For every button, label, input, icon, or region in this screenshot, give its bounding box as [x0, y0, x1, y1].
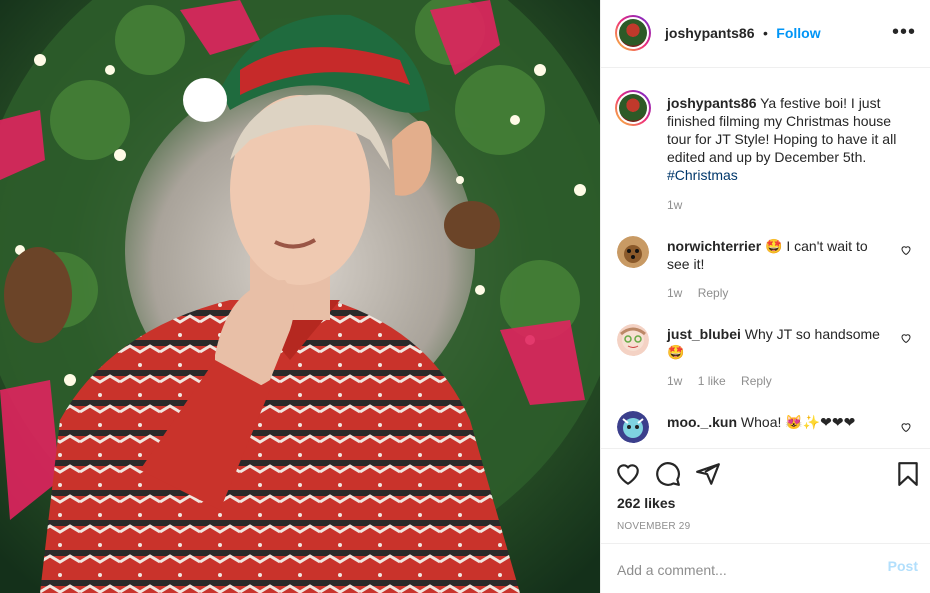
post-actions: 262 likes NOVEMBER 29	[601, 448, 930, 543]
comment-body: Whoa! 😻✨❤❤❤	[740, 414, 856, 430]
photo-illustration	[0, 0, 600, 593]
commenter-avatar[interactable]	[617, 324, 649, 356]
caption-text: joshypants86 Ya festive boi! I just fini…	[667, 94, 907, 184]
comment-meta: 1w Reply	[667, 286, 740, 300]
post-side-panel: joshypants86 • Follow ••• joshypants86 Y…	[600, 0, 930, 593]
author-username[interactable]: joshypants86	[665, 25, 754, 41]
comment-username[interactable]: norwichterrier	[667, 238, 761, 254]
post-comment-button[interactable]: Post	[888, 558, 918, 574]
commenter-avatar[interactable]	[617, 236, 649, 268]
comment-likes[interactable]: 1 like	[698, 374, 726, 388]
post-date: NOVEMBER 29	[617, 521, 691, 532]
caption-username[interactable]: joshypants86	[667, 95, 756, 111]
comment-bubble-icon[interactable]	[655, 461, 681, 487]
reply-button[interactable]: Reply	[741, 374, 772, 388]
caption-hashtag[interactable]: #Christmas	[667, 167, 738, 183]
commenter-avatar[interactable]	[617, 411, 649, 443]
likes-count[interactable]: 262 likes	[617, 495, 675, 511]
save-bookmark-icon[interactable]	[895, 461, 921, 487]
comment-username[interactable]: moo._.kun	[667, 414, 737, 430]
comment-text: norwichterrier 🤩 I can't wait to see it!	[667, 237, 887, 273]
like-comment-icon[interactable]	[900, 244, 912, 256]
follow-button[interactable]: Follow	[776, 25, 820, 41]
like-comment-icon[interactable]	[900, 421, 912, 433]
author-avatar[interactable]	[615, 15, 651, 51]
like-comment-icon[interactable]	[900, 332, 912, 344]
like-heart-icon[interactable]	[615, 461, 641, 487]
caption-avatar[interactable]	[615, 90, 651, 126]
separator-dot: •	[762, 25, 768, 41]
comment-text: moo._.kun Whoa! 😻✨❤❤❤	[667, 413, 887, 431]
comment-text: just_blubei Why JT so handsome 🤩	[667, 325, 887, 361]
post-header: joshypants86 • Follow •••	[601, 0, 930, 68]
add-comment-bar: Post	[601, 543, 930, 593]
comment-meta: 1w 1 like Reply	[667, 374, 784, 388]
caption-time: 1w	[667, 198, 683, 212]
comment-input[interactable]	[615, 556, 869, 584]
comment-time: 1w	[667, 286, 683, 300]
reply-button[interactable]: Reply	[698, 286, 729, 300]
comment-username[interactable]: just_blubei	[667, 326, 741, 342]
more-options-icon[interactable]: •••	[892, 22, 916, 42]
comment-time: 1w	[667, 374, 683, 388]
share-paper-plane-icon[interactable]	[695, 461, 721, 487]
post-photo[interactable]	[0, 0, 600, 593]
